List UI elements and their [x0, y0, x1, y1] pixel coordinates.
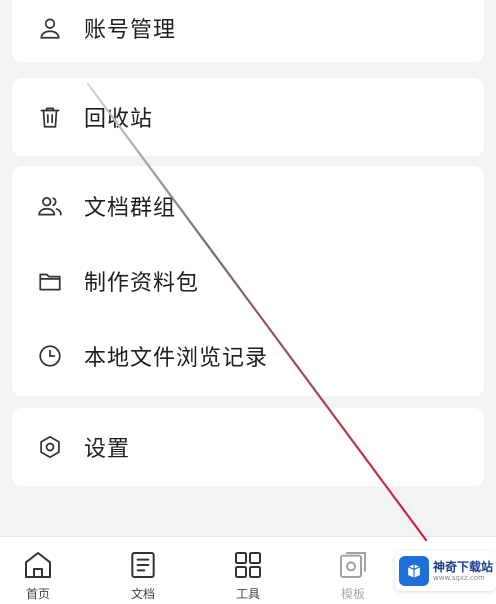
- user-icon: [36, 14, 64, 42]
- menu-item-label: 制作资料包: [84, 271, 200, 296]
- watermark-url: www.sqxz.com: [433, 573, 485, 582]
- menu-item-label: 设置: [84, 437, 131, 462]
- watermark-badge: 神奇下载站 www.sqxz.com: [395, 551, 496, 591]
- folder-icon: [36, 267, 64, 295]
- menu-item-doc-groups[interactable]: 文档群组: [12, 174, 484, 238]
- recycle-card: 回收站: [12, 78, 484, 156]
- trash-icon: [36, 103, 64, 131]
- nav-label: 模板: [340, 587, 365, 601]
- grid-icon: [235, 552, 261, 578]
- menu-item-account[interactable]: 账号管理: [12, 0, 484, 60]
- settings-icon: [36, 433, 64, 461]
- template-icon: [340, 552, 366, 578]
- menu-item-label: 回收站: [84, 107, 154, 132]
- watermark-title: 神奇下载站: [433, 559, 494, 574]
- account-card: 账号管理: [12, 0, 484, 62]
- nav-tab-documents[interactable]: 文档: [113, 549, 173, 604]
- home-icon: [25, 552, 51, 578]
- menu-item-local-history[interactable]: 本地文件浏览记录: [12, 324, 484, 388]
- clock-icon: [36, 342, 64, 370]
- settings-card: 设置: [12, 408, 484, 486]
- nav-tab-home[interactable]: 首页: [8, 549, 68, 604]
- nav-label: 工具: [235, 587, 260, 601]
- nav-tab-templates[interactable]: 模板: [323, 549, 383, 604]
- users-icon: [36, 192, 64, 220]
- screen: 账号管理 回收站 文档群组 制作资料包 本地文件浏览记录 设置 首页 文档 工具…: [0, 0, 496, 604]
- nav-label: 文档: [130, 587, 155, 601]
- documents-card: 文档群组 制作资料包 本地文件浏览记录: [12, 166, 484, 396]
- nav-label: 首页: [25, 587, 50, 601]
- menu-item-recycle-bin[interactable]: 回收站: [12, 85, 484, 149]
- watermark-logo-icon: [399, 556, 429, 586]
- menu-item-label: 账号管理: [84, 18, 177, 43]
- menu-item-label: 本地文件浏览记录: [84, 346, 269, 371]
- menu-item-label: 文档群组: [84, 196, 177, 221]
- menu-item-make-package[interactable]: 制作资料包: [12, 249, 484, 313]
- nav-tab-tools[interactable]: 工具: [218, 549, 278, 604]
- menu-item-settings[interactable]: 设置: [12, 415, 484, 479]
- document-icon: [131, 552, 155, 578]
